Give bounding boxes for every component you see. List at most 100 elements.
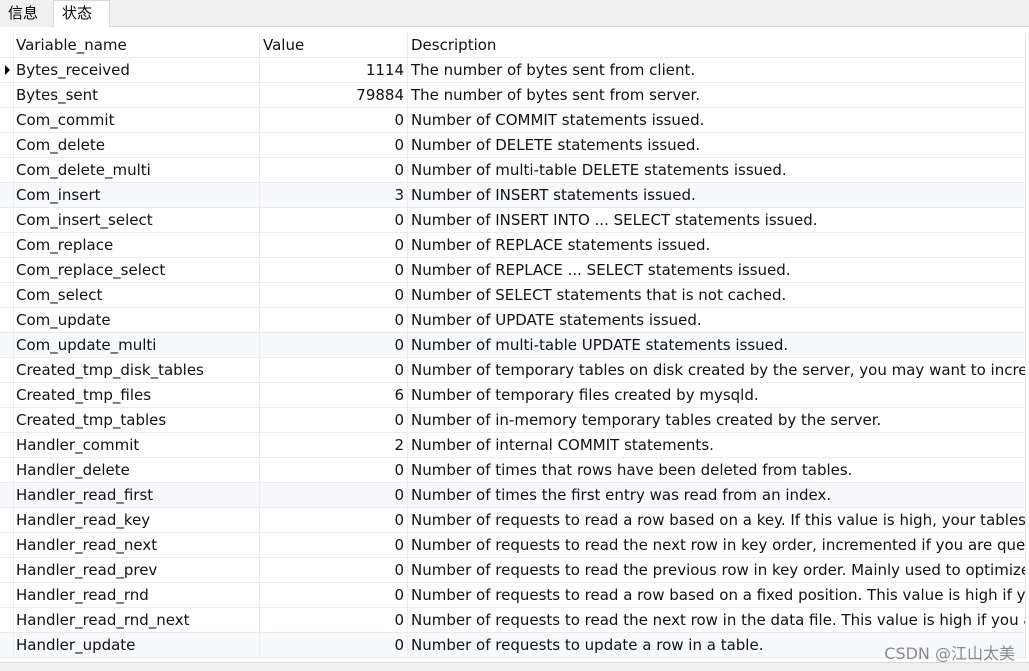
column-header-description[interactable]: Description [408, 33, 1025, 57]
variable-name-cell[interactable]: Com_delete_multi [14, 158, 260, 182]
value-cell[interactable]: 6 [260, 383, 408, 407]
row-indicator-cell[interactable] [0, 633, 14, 657]
table-row[interactable]: Com_delete 0 Number of DELETE statements i… [0, 133, 1025, 158]
row-indicator-cell[interactable] [0, 108, 14, 132]
value-cell[interactable]: 0 [260, 483, 408, 507]
table-row[interactable]: Com_commit 0 Number of COMMIT statements i… [0, 108, 1025, 133]
variable-name-cell[interactable]: Created_tmp_tables [14, 408, 260, 432]
value-cell[interactable]: 0 [260, 258, 408, 282]
value-cell[interactable]: 0 [260, 458, 408, 482]
table-row[interactable]: Com_replace 0 Number of REPLACE statements… [0, 233, 1025, 258]
table-row[interactable]: Handler_commit 2 Number of internal COMMIT… [0, 433, 1025, 458]
column-header-name[interactable]: Variable_name [14, 33, 260, 57]
status-grid[interactable]: Variable_name Value Description Bytes_re… [0, 33, 1026, 658]
table-row[interactable]: Handler_read_first 0 Number of times the f… [0, 483, 1025, 508]
table-row[interactable]: Handler_read_rnd 0 Number of requests to r… [0, 583, 1025, 608]
table-row[interactable]: Handler_read_rnd_next 0 Number of requests… [0, 608, 1025, 633]
row-indicator-cell[interactable] [0, 408, 14, 432]
description-cell[interactable]: The number of bytes sent from server. [408, 83, 1025, 107]
variable-name-cell[interactable]: Handler_read_rnd_next [14, 608, 260, 632]
column-header-value[interactable]: Value [260, 33, 408, 57]
row-indicator-cell[interactable] [0, 383, 14, 407]
description-cell[interactable]: Number of requests to read a row based o… [408, 508, 1025, 532]
variable-name-cell[interactable]: Created_tmp_files [14, 383, 260, 407]
description-cell[interactable]: Number of multi-table DELETE statements … [408, 158, 1025, 182]
variable-name-cell[interactable]: Handler_read_prev [14, 558, 260, 582]
row-indicator-cell[interactable] [0, 433, 14, 457]
variable-name-cell[interactable]: Handler_read_key [14, 508, 260, 532]
table-row[interactable]: Created_tmp_files 6 Number of temporary fi… [0, 383, 1025, 408]
variable-name-cell[interactable]: Handler_commit [14, 433, 260, 457]
description-cell[interactable]: Number of temporary tables on disk creat… [408, 358, 1025, 382]
value-cell[interactable]: 0 [260, 608, 408, 632]
tab-info[interactable]: 信息 [0, 2, 50, 27]
value-cell[interactable]: 0 [260, 358, 408, 382]
variable-name-cell[interactable]: Handler_delete [14, 458, 260, 482]
description-cell[interactable]: Number of DELETE statements issued. [408, 133, 1025, 157]
value-cell[interactable]: 2 [260, 433, 408, 457]
value-cell[interactable]: 0 [260, 283, 408, 307]
table-row[interactable]: Com_replace_select 0 Number of REPLACE ...… [0, 258, 1025, 283]
row-indicator-cell[interactable] [0, 283, 14, 307]
value-cell[interactable]: 79884 [260, 83, 408, 107]
variable-name-cell[interactable]: Com_commit [14, 108, 260, 132]
variable-name-cell[interactable]: Com_replace [14, 233, 260, 257]
row-indicator-cell[interactable] [0, 608, 14, 632]
table-row[interactable]: Handler_update 0 Number of requests to upd… [0, 633, 1025, 658]
value-cell[interactable]: 0 [260, 308, 408, 332]
value-cell[interactable]: 0 [260, 408, 408, 432]
description-cell[interactable]: Number of internal COMMIT statements. [408, 433, 1025, 457]
variable-name-cell[interactable]: Com_update [14, 308, 260, 332]
variable-name-cell[interactable]: Com_select [14, 283, 260, 307]
table-row[interactable]: Com_update 0 Number of UPDATE statements i… [0, 308, 1025, 333]
variable-name-cell[interactable]: Com_replace_select [14, 258, 260, 282]
row-indicator-cell[interactable] [0, 308, 14, 332]
variable-name-cell[interactable]: Bytes_received [14, 58, 260, 82]
value-cell[interactable]: 0 [260, 208, 408, 232]
value-cell[interactable]: 0 [260, 158, 408, 182]
table-row[interactable]: Handler_read_next 0 Number of requests to … [0, 533, 1025, 558]
table-row[interactable]: Created_tmp_tables 0 Number of in-memory t… [0, 408, 1025, 433]
row-indicator-cell[interactable] [0, 133, 14, 157]
description-cell[interactable]: Number of requests to read the previous … [408, 558, 1025, 582]
description-cell[interactable]: Number of REPLACE ... SELECT statements … [408, 258, 1025, 282]
description-cell[interactable]: Number of requests to read the next row … [408, 608, 1025, 632]
value-cell[interactable]: 0 [260, 133, 408, 157]
description-cell[interactable]: Number of requests to read a row based o… [408, 583, 1025, 607]
variable-name-cell[interactable]: Com_delete [14, 133, 260, 157]
value-cell[interactable]: 0 [260, 633, 408, 657]
variable-name-cell[interactable]: Com_update_multi [14, 333, 260, 357]
row-indicator-cell[interactable] [0, 508, 14, 532]
value-cell[interactable]: 3 [260, 183, 408, 207]
variable-name-cell[interactable]: Handler_update [14, 633, 260, 657]
variable-name-cell[interactable]: Bytes_sent [14, 83, 260, 107]
value-cell[interactable]: 0 [260, 533, 408, 557]
table-row[interactable]: Com_insert 3 Number of INSERT statements i… [0, 183, 1025, 208]
description-cell[interactable]: Number of times the first entry was read… [408, 483, 1025, 507]
row-indicator-cell[interactable] [0, 158, 14, 182]
table-row[interactable]: Handler_delete 0 Number of times that rows… [0, 458, 1025, 483]
value-cell[interactable]: 0 [260, 583, 408, 607]
row-indicator-cell[interactable] [0, 258, 14, 282]
variable-name-cell[interactable]: Com_insert [14, 183, 260, 207]
table-row[interactable]: Com_insert_select 0 Number of INSERT INTO … [0, 208, 1025, 233]
table-row[interactable]: Bytes_sent 79884 The number of bytes sent … [0, 83, 1025, 108]
value-cell[interactable]: 0 [260, 333, 408, 357]
table-row[interactable]: Com_delete_multi 0 Number of multi-table D… [0, 158, 1025, 183]
row-indicator-cell[interactable] [0, 333, 14, 357]
description-cell[interactable]: Number of multi-table UPDATE statements … [408, 333, 1025, 357]
row-indicator-cell[interactable] [0, 183, 14, 207]
description-cell[interactable]: Number of REPLACE statements issued. [408, 233, 1025, 257]
table-row[interactable]: Handler_read_key 0 Number of requests to r… [0, 508, 1025, 533]
row-indicator-cell[interactable] [0, 533, 14, 557]
variable-name-cell[interactable]: Handler_read_rnd [14, 583, 260, 607]
row-indicator-cell[interactable] [0, 358, 14, 382]
value-cell[interactable]: 0 [260, 558, 408, 582]
row-indicator-cell[interactable] [0, 558, 14, 582]
row-indicator-cell[interactable] [0, 233, 14, 257]
description-cell[interactable]: Number of requests to read the next row … [408, 533, 1025, 557]
variable-name-cell[interactable]: Handler_read_first [14, 483, 260, 507]
row-indicator-cell[interactable] [0, 208, 14, 232]
description-cell[interactable]: Number of COMMIT statements issued. [408, 108, 1025, 132]
variable-name-cell[interactable]: Com_insert_select [14, 208, 260, 232]
